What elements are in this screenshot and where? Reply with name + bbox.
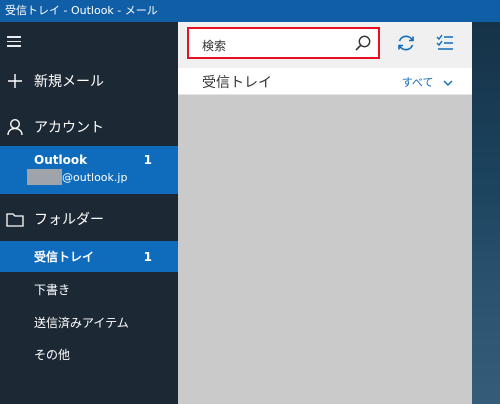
chevron-down-icon	[443, 80, 453, 86]
selection-mode-icon[interactable]	[434, 32, 456, 54]
redacted-username	[27, 169, 62, 185]
folder-label: 下書き	[34, 282, 71, 297]
folder-item-inbox[interactable]: 受信トレイ 1	[0, 241, 178, 272]
search-placeholder: 検索	[202, 39, 227, 53]
folders-button[interactable]: フォルダー	[0, 206, 178, 232]
folder-title: 受信トレイ	[202, 75, 272, 91]
filter-dropdown[interactable]: すべて	[402, 74, 453, 90]
account-email: @outlook.jp	[62, 171, 128, 184]
account-item-outlook[interactable]: Outlook 1 @outlook.jp	[0, 146, 178, 194]
search-icon[interactable]	[354, 34, 372, 52]
folder-label: 送信済みアイテム	[34, 315, 129, 330]
new-mail-label: 新規メール	[34, 74, 104, 90]
plus-icon	[6, 72, 24, 90]
account-name: Outlook	[34, 153, 88, 167]
folders-label: フォルダー	[34, 212, 104, 228]
folder-icon	[6, 210, 24, 228]
folder-unread-count: 1	[143, 249, 152, 264]
message-list-pane: 検索 受信トレイ すべて	[178, 22, 472, 404]
accounts-button[interactable]: アカウント	[0, 114, 178, 140]
folder-item-sent[interactable]: 送信済みアイテム	[0, 307, 178, 337]
folder-item-drafts[interactable]: 下書き	[0, 274, 178, 304]
filter-label: すべて	[401, 76, 434, 89]
sync-icon[interactable]	[395, 32, 417, 54]
person-icon	[6, 118, 24, 136]
folder-label: その他	[34, 347, 71, 362]
accounts-label: アカウント	[34, 120, 104, 136]
search-input[interactable]: 検索	[187, 27, 380, 59]
folder-label: 受信トレイ	[34, 250, 95, 264]
account-unread-count: 1	[143, 153, 152, 167]
window-title: 受信トレイ - Outlook - メール	[0, 0, 500, 22]
new-mail-button[interactable]: 新規メール	[0, 68, 178, 94]
reading-pane-background	[472, 22, 500, 404]
hamburger-menu-icon[interactable]	[7, 36, 21, 47]
folder-item-other[interactable]: その他	[0, 339, 178, 369]
toolbar: 検索	[178, 22, 472, 68]
list-header: 受信トレイ すべて	[178, 68, 472, 95]
